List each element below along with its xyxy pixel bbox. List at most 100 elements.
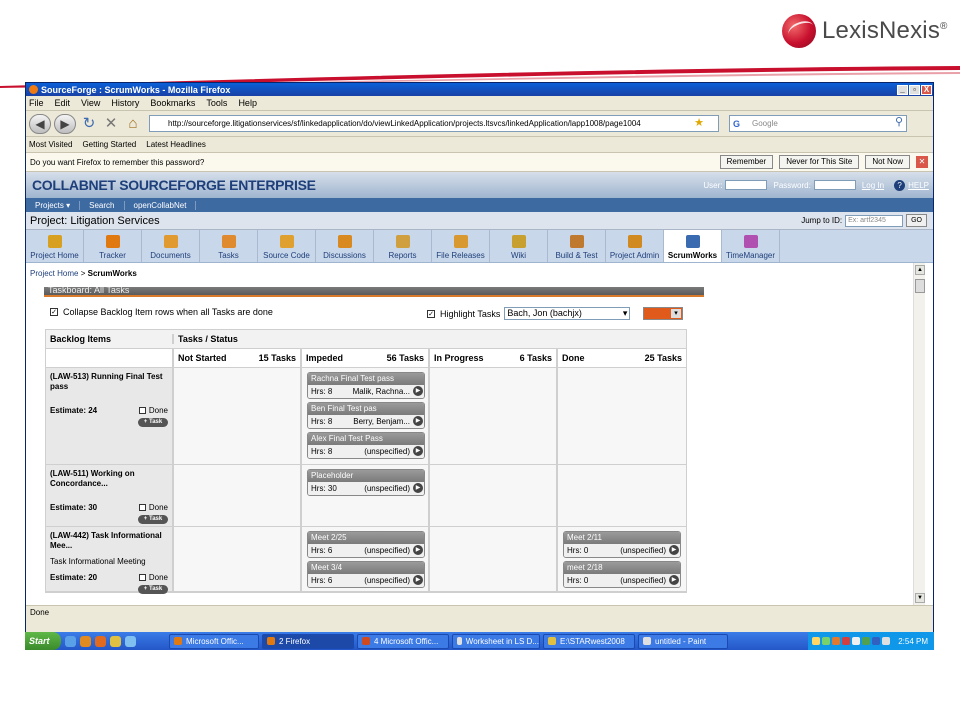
add-task-button[interactable]: + Task: [138, 418, 168, 427]
highlight-checkbox[interactable]: ✓: [427, 309, 435, 318]
page-scrollbar[interactable]: ▲ ▼: [913, 263, 925, 605]
tray-icon[interactable]: [882, 637, 891, 645]
task-card[interactable]: Ben Final Test pas Hrs: 8 Berry, Benjam...…: [307, 402, 425, 429]
search-icon[interactable]: ⚲: [895, 115, 903, 130]
add-task-button[interactable]: + Task: [138, 585, 168, 594]
highlight-user-select[interactable]: Bach, Jon (bachjx): [504, 307, 631, 320]
menu-view[interactable]: View: [81, 98, 100, 108]
nav-projects[interactable]: Projects ▾: [26, 200, 81, 210]
quicklaunch-outlook-icon[interactable]: [80, 635, 91, 647]
menu-help[interactable]: Help: [238, 98, 257, 108]
menu-file[interactable]: File: [29, 98, 44, 108]
scroll-up-icon[interactable]: ▲: [915, 265, 925, 275]
bookmark-star-icon[interactable]: ★: [694, 116, 704, 131]
tab-project-admin[interactable]: Project Admin: [606, 230, 664, 262]
backlog-item-title[interactable]: (LAW-442) Task Informational Mee...: [50, 531, 168, 551]
minimize-button[interactable]: _: [897, 84, 908, 95]
scroll-down-icon[interactable]: ▼: [915, 593, 925, 603]
back-button[interactable]: ◀: [29, 113, 51, 134]
tab-timemanager[interactable]: TimeManager: [722, 230, 780, 262]
taskbar-button-worksheet-in-ls-d[interactable]: Worksheet in LS D...: [452, 633, 540, 649]
search-box[interactable]: G Google ⚲: [729, 115, 907, 132]
remember-button[interactable]: Remember: [719, 155, 774, 169]
maximize-button[interactable]: ▫: [909, 84, 920, 95]
done-checkbox[interactable]: [138, 407, 146, 414]
taskbar-button-e-starwest2008[interactable]: E:\STARwest2008: [543, 633, 635, 649]
bookmark-most-visited[interactable]: Most Visited: [29, 140, 72, 149]
task-open-arrow-icon[interactable]: ▶: [669, 575, 679, 585]
task-open-arrow-icon[interactable]: ▶: [413, 545, 423, 555]
bookmark-getting-started[interactable]: Getting Started: [82, 140, 136, 149]
quicklaunch-desktop-icon[interactable]: [125, 635, 136, 647]
highlight-color-picker[interactable]: ▾: [643, 307, 683, 320]
backlog-item[interactable]: (LAW-442) Task Informational Mee... Task …: [46, 527, 174, 594]
backlog-item-title[interactable]: (LAW-513) Running Final Test pass: [50, 372, 168, 392]
tray-icon[interactable]: [862, 637, 871, 645]
menu-tools[interactable]: Tools: [206, 98, 227, 108]
quicklaunch-firefox-icon[interactable]: [95, 635, 106, 647]
tab-project-home[interactable]: Project Home: [26, 230, 84, 262]
done-checkbox[interactable]: [138, 504, 146, 511]
address-bar[interactable]: http://sourceforge.litigationservices/sf…: [149, 115, 719, 132]
help-icon[interactable]: ?: [894, 179, 906, 191]
start-button[interactable]: Start: [25, 632, 61, 650]
home-icon[interactable]: ⌂: [123, 114, 143, 134]
close-button[interactable]: X: [921, 84, 932, 95]
taskbar-button-untitled-paint[interactable]: untitled - Paint: [638, 633, 728, 649]
task-card[interactable]: meet 2/18 Hrs: 0 (unspecified) ▶: [563, 561, 681, 588]
collapse-checkbox[interactable]: ✓: [50, 308, 58, 316]
task-open-arrow-icon[interactable]: ▶: [413, 446, 423, 456]
tab-build-test[interactable]: Build & Test: [548, 230, 606, 262]
tab-wiki[interactable]: Wiki: [490, 230, 548, 262]
task-open-arrow-icon[interactable]: ▶: [413, 416, 423, 426]
tab-scrumworks[interactable]: ScrumWorks: [664, 230, 722, 262]
backlog-item-title[interactable]: (LAW-511) Working on Concordance...: [50, 469, 168, 489]
task-card[interactable]: Meet 3/4 Hrs: 6 (unspecified) ▶: [307, 561, 425, 588]
backlog-done-toggle[interactable]: Done: [138, 406, 168, 415]
task-card[interactable]: Rachna Final Test pass Hrs: 8 Malik, Rachn…: [307, 372, 425, 399]
never-for-this-site-button[interactable]: Never for This Site: [779, 155, 860, 169]
tab-documents[interactable]: Documents: [142, 230, 200, 262]
tab-discussions[interactable]: Discussions: [316, 230, 374, 262]
backlog-done-toggle[interactable]: Done: [138, 573, 168, 582]
tray-icon[interactable]: [812, 637, 821, 645]
tab-reports[interactable]: Reports: [374, 230, 432, 262]
tray-icon[interactable]: [842, 637, 851, 645]
breadcrumb-project-home[interactable]: Project Home: [30, 269, 78, 278]
task-open-arrow-icon[interactable]: ▶: [413, 575, 423, 585]
quicklaunch-ie-icon[interactable]: [65, 635, 76, 647]
task-card[interactable]: Placeholder Hrs: 30 (unspecified) ▶: [307, 469, 425, 496]
done-checkbox[interactable]: [138, 574, 146, 581]
forward-button[interactable]: ▶: [54, 113, 76, 134]
backlog-item[interactable]: (LAW-513) Running Final Test pass Estimat…: [46, 368, 174, 464]
help-link[interactable]: HELP: [908, 181, 929, 190]
tab-tasks[interactable]: Tasks: [200, 230, 258, 262]
tray-icon[interactable]: [852, 637, 861, 645]
menu-edit[interactable]: Edit: [55, 98, 71, 108]
tray-icon[interactable]: [872, 637, 881, 645]
task-open-arrow-icon[interactable]: ▶: [669, 545, 679, 555]
go-button[interactable]: GO: [906, 214, 927, 227]
menu-history[interactable]: History: [111, 98, 139, 108]
backlog-item[interactable]: (LAW-511) Working on Concordance... Estim…: [46, 465, 174, 526]
user-field[interactable]: [725, 180, 768, 190]
backlog-done-toggle[interactable]: Done: [138, 503, 168, 512]
tab-file-releases[interactable]: File Releases: [432, 230, 490, 262]
bookmark-latest-headlines[interactable]: Latest Headlines: [146, 140, 206, 149]
taskbar-button-2-firefox[interactable]: 2 Firefox: [262, 633, 354, 649]
nav-opencollabnet[interactable]: openCollabNet: [125, 200, 197, 210]
tray-icon[interactable]: [822, 637, 831, 645]
add-task-button[interactable]: + Task: [138, 515, 168, 524]
menu-bookmarks[interactable]: Bookmarks: [150, 98, 195, 108]
task-card[interactable]: Meet 2/11 Hrs: 0 (unspecified) ▶: [563, 531, 681, 558]
quicklaunch-folder-icon[interactable]: [110, 635, 121, 647]
taskbar-button-4-microsoft-offic[interactable]: 4 Microsoft Offic...: [357, 633, 449, 649]
task-open-arrow-icon[interactable]: ▶: [413, 483, 423, 493]
nav-search[interactable]: Search: [80, 200, 125, 210]
task-card[interactable]: Meet 2/25 Hrs: 6 (unspecified) ▶: [307, 531, 425, 558]
password-field[interactable]: [813, 180, 856, 190]
task-open-arrow-icon[interactable]: ▶: [413, 386, 423, 396]
stop-icon[interactable]: ✕: [101, 114, 121, 134]
notification-close-icon[interactable]: ✕: [916, 156, 928, 168]
tab-source-code[interactable]: Source Code: [258, 230, 316, 262]
